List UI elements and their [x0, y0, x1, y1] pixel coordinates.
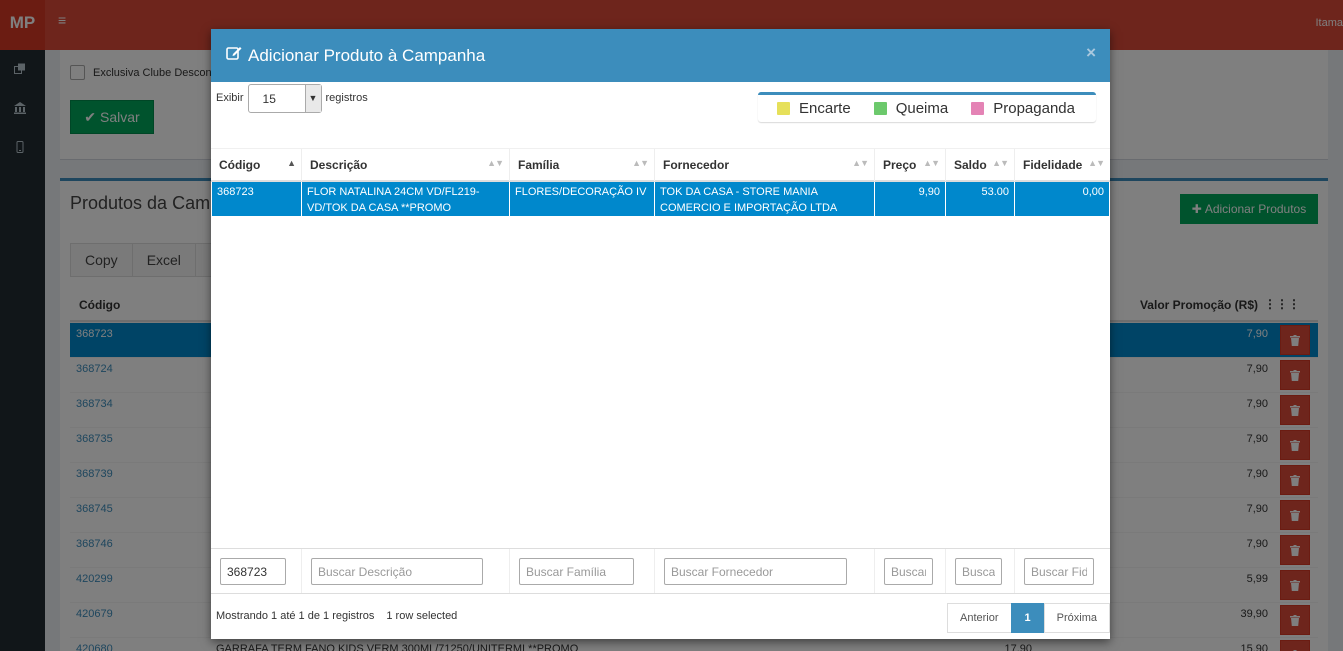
th-label: Descrição [310, 158, 368, 172]
filter-cell [1014, 549, 1110, 593]
filter-description-input[interactable] [311, 558, 483, 585]
chevron-down-icon[interactable]: ▼ [304, 84, 321, 112]
legend-label: Queima [895, 100, 949, 117]
th-label: Fidelidade [1023, 158, 1083, 172]
sort-icon: ▲▼ [992, 158, 1009, 168]
sort-icon: ▲▼ [632, 158, 649, 168]
sort-icon: ▲▼ [487, 158, 504, 168]
table-info: Mostrando 1 até 1 de 1 registros 1 row s… [216, 610, 457, 622]
legend-label: Encarte [799, 100, 851, 117]
th-fidelidade[interactable]: Fidelidade ▲▼ [1014, 149, 1110, 181]
page-length-control: Exibir 15 ▼ registros [216, 83, 368, 113]
th-codigo[interactable]: Código ▲ [211, 149, 301, 181]
filter-cell [654, 549, 874, 593]
th-label: Família [518, 158, 560, 172]
cell-price: 9,90 [875, 182, 946, 216]
legend-swatch [873, 102, 887, 115]
previous-page-button[interactable]: Anterior [947, 603, 1012, 633]
length-suffix: registros [325, 92, 368, 104]
filter-code-input[interactable] [220, 558, 286, 585]
legend-swatch [777, 102, 790, 115]
filter-cell [945, 549, 1014, 593]
sort-asc-icon: ▲ [287, 158, 296, 168]
legend-swatch [971, 102, 985, 115]
page-length-value: 15 [262, 91, 276, 106]
cell-supplier: TOK DA CASA - STORE MANIA COMERCIO E IMP… [655, 182, 875, 216]
edit-icon [226, 45, 242, 66]
legend-queima: Queima [873, 100, 949, 117]
length-prefix: Exibir [216, 92, 244, 104]
sort-icon: ▲▼ [1088, 158, 1105, 168]
legend-label: Propaganda [993, 100, 1075, 117]
sort-icon: ▲▼ [852, 158, 869, 168]
filter-stock-input[interactable] [955, 558, 1002, 585]
filter-price-input[interactable] [884, 558, 933, 585]
th-descricao[interactable]: Descrição ▲▼ [301, 149, 509, 181]
th-familia[interactable]: Família ▲▼ [509, 149, 654, 181]
sort-icon: ▲▼ [923, 158, 940, 168]
legend-propaganda: Propaganda [971, 100, 1075, 117]
column-filters [211, 548, 1110, 594]
cell-family: FLORES/DECORAÇÃO IV [510, 182, 655, 216]
modal-header: Adicionar Produto à Campanha × [211, 29, 1110, 82]
filter-supplier-input[interactable] [664, 558, 847, 585]
cell-code: 368723 [212, 182, 302, 216]
filter-cell [509, 549, 654, 593]
th-label: Saldo [954, 158, 987, 172]
filter-cell [211, 549, 301, 593]
th-label: Preço [883, 158, 917, 172]
color-legend: Encarte Queima Propaganda [758, 92, 1096, 122]
legend-encarte: Encarte [777, 100, 851, 117]
th-fornecedor[interactable]: Fornecedor ▲▼ [654, 149, 874, 181]
filter-loyalty-input[interactable] [1024, 558, 1094, 585]
add-product-modal: Adicionar Produto à Campanha × Exibir 15… [211, 29, 1110, 639]
th-label: Código [219, 158, 261, 172]
table-row[interactable]: 368723 FLOR NATALINA 24CM VD/FL219-VD/TO… [212, 182, 1109, 216]
filter-cell [874, 549, 945, 593]
page-1-button[interactable]: 1 [1010, 603, 1045, 633]
filter-family-input[interactable] [519, 558, 634, 585]
records-info: Mostrando 1 até 1 de 1 registros [216, 610, 375, 622]
th-label: Fornecedor [663, 158, 730, 172]
filter-cell [301, 549, 509, 593]
cell-stock: 53.00 [946, 182, 1015, 216]
modal-title: Adicionar Produto à Campanha [248, 45, 486, 65]
page-length-select[interactable]: 15 ▼ [247, 83, 322, 113]
next-page-button[interactable]: Próxima [1043, 603, 1110, 633]
th-preco[interactable]: Preço ▲▼ [874, 149, 945, 181]
cell-description: FLOR NATALINA 24CM VD/FL219-VD/TOK DA CA… [302, 182, 510, 216]
close-icon[interactable]: × [1086, 43, 1096, 63]
modal-title-wrap: Adicionar Produto à Campanha [226, 45, 485, 66]
cell-loyalty: 0,00 [1082, 186, 1104, 198]
th-saldo[interactable]: Saldo ▲▼ [945, 149, 1014, 181]
modal-table-header: Código ▲ Descrição ▲▼ Família ▲▼ Fornecedor… [211, 148, 1110, 182]
pagination: Anterior 1 Próxima [947, 603, 1110, 633]
selected-info: 1 row selected [386, 610, 458, 622]
